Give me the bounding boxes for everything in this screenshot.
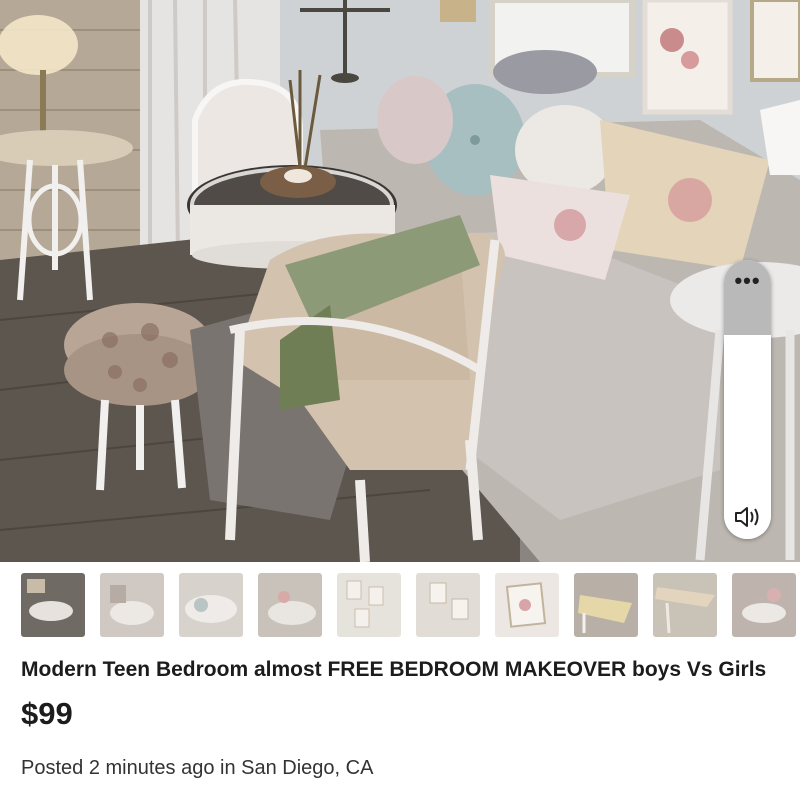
- listing-price: $99: [21, 696, 73, 731]
- speaker-icon[interactable]: [733, 503, 763, 531]
- photo-thumbnail[interactable]: [574, 573, 639, 637]
- thumbnail-image: [179, 573, 244, 637]
- thumbnail-image: [732, 573, 797, 637]
- thumbnail-strip[interactable]: [21, 573, 800, 637]
- thumbnail-image: [495, 573, 560, 637]
- photo-thumbnail[interactable]: [179, 573, 244, 637]
- cut-off-text-line: [21, 790, 321, 802]
- photo-thumbnail[interactable]: [337, 573, 402, 637]
- posted-info: Posted 2 minutes ago in San Diego, CA: [21, 757, 373, 780]
- location-link[interactable]: San Diego, CA: [241, 757, 373, 779]
- photo-thumbnail[interactable]: [258, 573, 323, 637]
- more-options-icon[interactable]: •••: [724, 270, 771, 292]
- thumbnail-image: [258, 573, 323, 637]
- photo-thumbnail[interactable]: [653, 573, 718, 637]
- photo-thumbnail[interactable]: [416, 573, 481, 637]
- photo-thumbnail[interactable]: [21, 573, 85, 637]
- posted-mid: in: [214, 757, 242, 779]
- thumbnail-image: [574, 573, 639, 637]
- thumbnail-image: [416, 573, 481, 637]
- thumbnail-image: [337, 573, 402, 637]
- volume-slider[interactable]: •••: [724, 260, 771, 539]
- posted-time: 2 minutes ago: [88, 757, 215, 779]
- thumbnail-image: [653, 573, 718, 637]
- photo-thumbnail[interactable]: [732, 573, 797, 637]
- posted-prefix: Posted: [21, 757, 89, 779]
- thumbnail-image: [100, 573, 165, 637]
- thumbnail-image: [21, 573, 85, 637]
- listing-photo[interactable]: [0, 0, 800, 562]
- listing-title: Modern Teen Bedroom almost FREE BEDROOM …: [21, 658, 767, 681]
- bedroom-photo-illustration: [0, 0, 800, 562]
- photo-thumbnail[interactable]: [495, 573, 560, 637]
- photo-thumbnail[interactable]: [100, 573, 165, 637]
